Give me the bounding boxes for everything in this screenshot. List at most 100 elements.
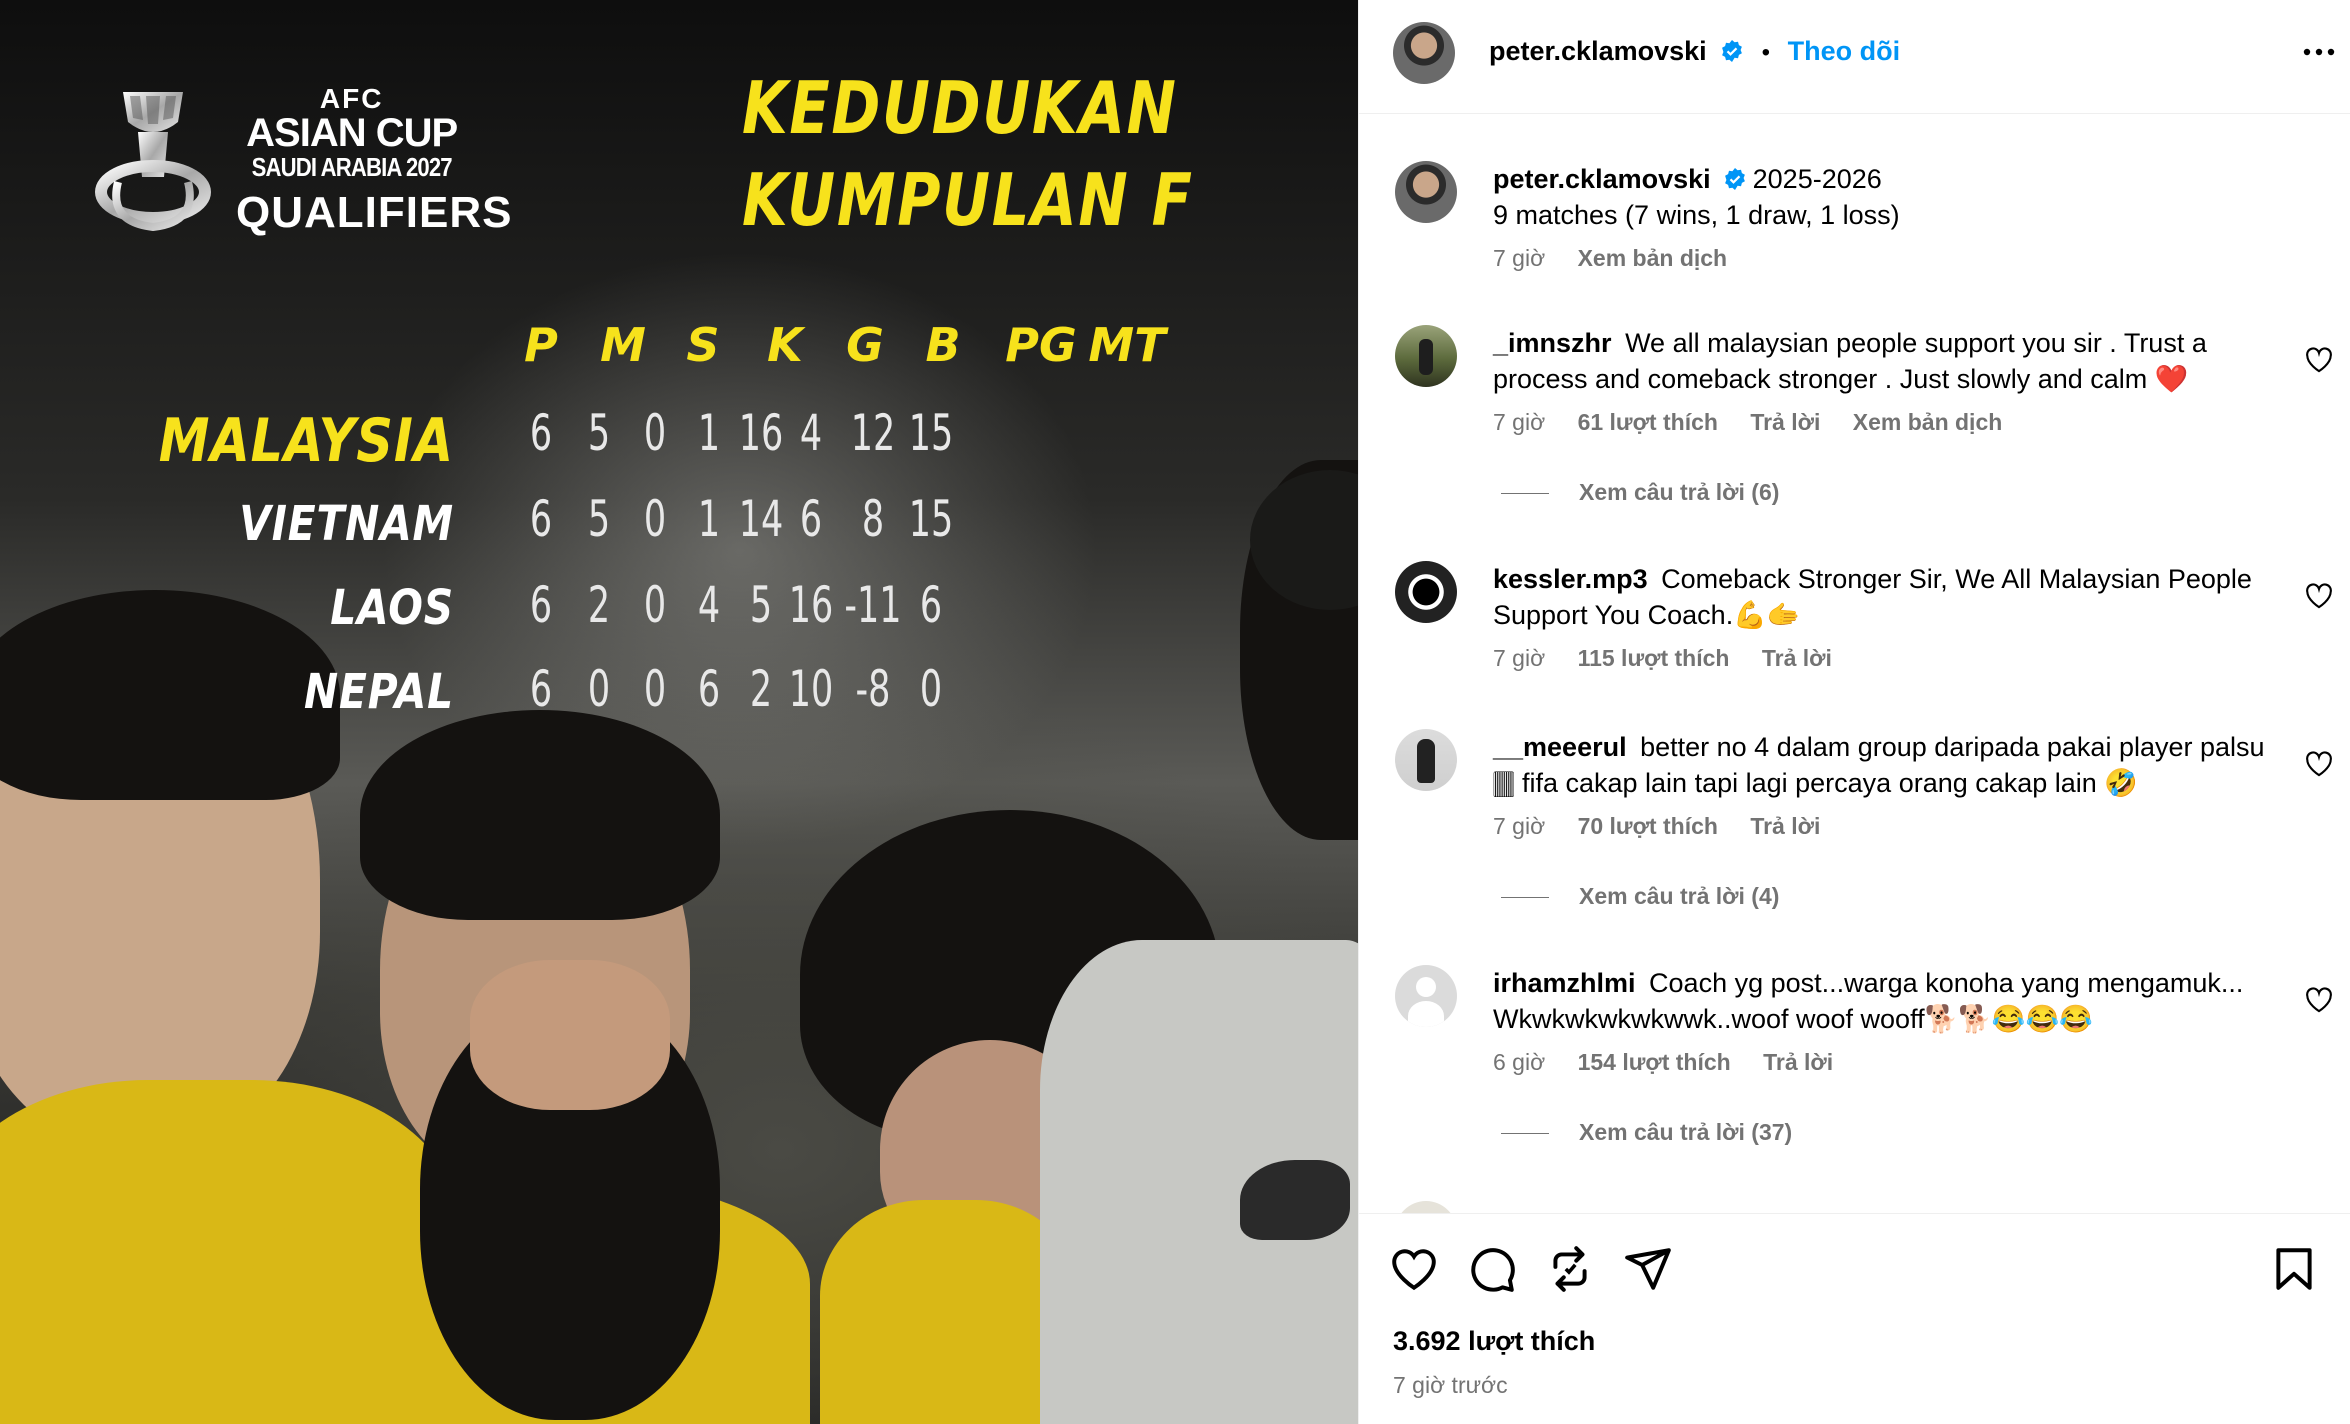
posted-time: 7 giờ trước xyxy=(1393,1372,1508,1398)
avatar[interactable] xyxy=(1395,161,1457,223)
likes-count[interactable]: 3.692 lượt thích xyxy=(1393,1326,1595,1357)
comment-likes[interactable]: 115 lượt thích xyxy=(1578,645,1730,671)
standings-cell: 6 xyxy=(529,490,553,548)
username-link[interactable]: peter.cklamovski xyxy=(1489,36,1707,66)
translate-link[interactable]: Xem bản dịch xyxy=(1578,245,1728,271)
view-replies-button[interactable]: Xem câu trả lời (4) xyxy=(1501,883,1779,910)
replies-divider xyxy=(1501,493,1549,495)
view-replies-button[interactable]: Xem câu trả lời (6) xyxy=(1501,479,1779,506)
username-link[interactable]: peter.cklamovski xyxy=(1493,164,1711,194)
standings-cell: 0 xyxy=(919,660,943,718)
comment-likes[interactable]: 70 lượt thích xyxy=(1578,813,1718,839)
avatar[interactable] xyxy=(1395,1201,1457,1213)
standings-cell: 15 xyxy=(908,404,954,462)
like-comment-icon[interactable] xyxy=(2305,583,2333,609)
col-header: MT xyxy=(1088,318,1166,372)
comment-time: 7 giờ xyxy=(1493,409,1546,435)
standings-cell: 5 xyxy=(587,404,611,462)
avatar[interactable] xyxy=(1395,729,1457,791)
verified-badge-icon xyxy=(1722,40,1743,62)
standings-cell: 6 xyxy=(529,404,553,462)
replies-divider xyxy=(1501,897,1549,899)
share-icon[interactable] xyxy=(1623,1244,1673,1294)
headline-standings: KEDUDUKAN xyxy=(742,66,1178,150)
trophy-icon xyxy=(95,92,211,232)
comment-text: _imnszhr We all malaysian people support… xyxy=(1493,325,2289,397)
standings-cell: 5 xyxy=(587,490,611,548)
post-image[interactable]: AFC ASIAN CUP SAUDI ARABIA 2027 QUALIFIE… xyxy=(0,0,1358,1424)
standings-cell: 6 xyxy=(919,576,943,634)
verified-badge-icon xyxy=(1724,168,1745,190)
avatar[interactable] xyxy=(1395,965,1457,1027)
post-header: peter.cklamovski • Theo dõi xyxy=(1359,0,2350,114)
standings-cell: 6 xyxy=(799,490,823,548)
comment-time: 7 giờ xyxy=(1493,645,1546,671)
standings-cell: 4 xyxy=(799,404,823,462)
logo-afc: AFC xyxy=(319,83,384,114)
username-link[interactable]: _imnszhr xyxy=(1493,328,1612,358)
comment-text: irhamzhlmi Coach yg post...warga konoha … xyxy=(1493,965,2289,1037)
follow-button[interactable]: Theo dõi xyxy=(1788,36,1900,66)
standings-cell: -11 xyxy=(844,576,902,634)
standings-cell: 6 xyxy=(529,660,553,718)
caption-text: peter.cklamovski 2025-2026 9 matches (7 w… xyxy=(1493,161,2289,233)
repost-icon[interactable] xyxy=(1545,1244,1595,1294)
standings-cell: 8 xyxy=(861,490,885,548)
logo-asian-cup: ASIAN CUP xyxy=(246,111,458,155)
comment-meta: 7 giờ 70 lượt thích Trả lời xyxy=(1493,813,1846,840)
caption-line-2: 9 matches (7 wins, 1 draw, 1 loss) xyxy=(1493,200,1900,230)
headline-group: KUMPULAN F xyxy=(742,158,1194,242)
col-header: P xyxy=(524,318,558,372)
player-hand xyxy=(470,960,670,1110)
like-comment-icon[interactable] xyxy=(2305,751,2333,777)
username-link[interactable]: __meeerul xyxy=(1493,732,1627,762)
col-header: B xyxy=(925,318,961,372)
col-header: G xyxy=(846,318,884,372)
team-name: MALAYSIA xyxy=(158,406,454,476)
replies-divider xyxy=(1501,1133,1549,1135)
comment-meta: 6 giờ 154 lượt thích Trả lời xyxy=(1493,1049,1859,1076)
puma-logo xyxy=(1240,1160,1350,1240)
caption-time: 7 giờ xyxy=(1493,245,1546,271)
reply-button[interactable]: Trả lời xyxy=(1762,645,1832,671)
save-icon[interactable] xyxy=(2269,1244,2319,1294)
comment-icon[interactable] xyxy=(1467,1244,1517,1294)
translate-link[interactable]: Xem bản dịch xyxy=(1853,409,2003,435)
view-replies-label: Xem câu trả lời (6) xyxy=(1579,479,1780,505)
afc-logo-text: AFC ASIAN CUP SAUDI ARABIA 2027 xyxy=(234,83,469,183)
comment-text: kessler.mp3 Comeback Stronger Sir, We Al… xyxy=(1493,561,2289,633)
logo-host: SAUDI ARABIA 2027 xyxy=(251,152,453,182)
comment-time: 6 giờ xyxy=(1493,1049,1546,1075)
comment-text: __meeerul better no 4 dalam group daripa… xyxy=(1493,729,2289,801)
team-name: NEPAL xyxy=(304,664,454,720)
reply-button[interactable]: Trả lời xyxy=(1750,813,1820,839)
comments-scroll-area[interactable]: peter.cklamovski 2025-2026 9 matches (7 w… xyxy=(1359,115,2350,1213)
view-replies-label: Xem câu trả lời (4) xyxy=(1579,883,1780,909)
more-options-icon[interactable] xyxy=(2299,42,2339,62)
standings-cell: 10 xyxy=(788,660,834,718)
col-header: S xyxy=(686,318,720,372)
standings-cell: 12 xyxy=(850,404,896,462)
username-link[interactable]: irhamzhlmi xyxy=(1493,968,1636,998)
reply-button[interactable]: Trả lời xyxy=(1750,409,1820,435)
view-replies-button[interactable]: Xem câu trả lời (37) xyxy=(1501,1119,1792,1146)
reply-button[interactable]: Trả lời xyxy=(1763,1049,1833,1075)
username-link[interactable]: kessler.mp3 xyxy=(1493,564,1648,594)
like-comment-icon[interactable] xyxy=(2305,987,2333,1013)
comment-meta: 7 giờ 61 lượt thích Trả lời Xem bản dịch xyxy=(1493,409,2028,436)
avatar[interactable] xyxy=(1395,325,1457,387)
logo-qualifiers: QUALIFIERS xyxy=(236,188,513,237)
post-actions: 3.692 lượt thích 7 giờ trước xyxy=(1359,1213,2350,1424)
view-replies-label: Xem câu trả lời (37) xyxy=(1579,1119,1793,1145)
player-center-hair xyxy=(360,710,720,920)
standings-cell: 15 xyxy=(908,490,954,548)
comment-likes[interactable]: 61 lượt thích xyxy=(1578,409,1718,435)
avatar[interactable] xyxy=(1395,561,1457,623)
standings-cell: -8 xyxy=(855,660,891,718)
like-comment-icon[interactable] xyxy=(2305,347,2333,373)
avatar[interactable] xyxy=(1393,22,1455,84)
standings-cell: 6 xyxy=(529,576,553,634)
col-header: M xyxy=(600,318,646,372)
comment-likes[interactable]: 154 lượt thích xyxy=(1578,1049,1731,1075)
like-icon[interactable] xyxy=(1389,1244,1439,1294)
